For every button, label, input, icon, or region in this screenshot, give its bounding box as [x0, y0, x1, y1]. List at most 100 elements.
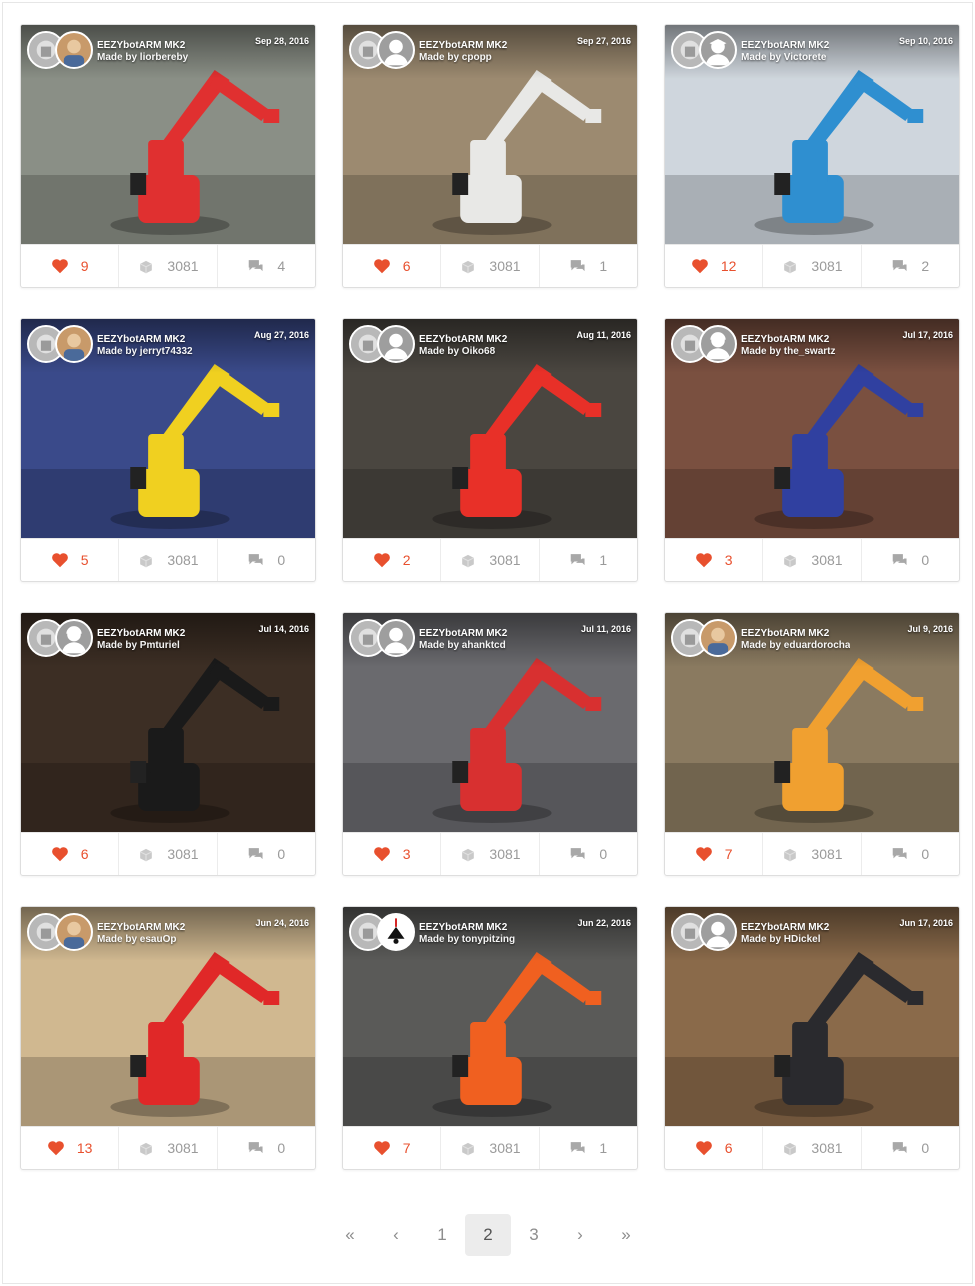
default-user-avatar[interactable]: [377, 619, 415, 657]
make-card[interactable]: EEZYbotARM MK2 Made by Pmturiel Jul 14, 20…: [20, 612, 316, 876]
pagination-first-button[interactable]: «: [327, 1214, 373, 1256]
user-photo-avatar[interactable]: [55, 325, 93, 363]
default-user-avatar[interactable]: [377, 31, 415, 69]
made-by-text[interactable]: Made by Oiko68: [419, 346, 507, 358]
like-button[interactable]: 2: [343, 539, 442, 581]
default-user-avatar[interactable]: [55, 619, 93, 657]
made-by-text[interactable]: Made by jerryt74332: [97, 346, 193, 358]
like-button[interactable]: 6: [665, 1127, 764, 1169]
made-by-text[interactable]: Made by eduardorocha: [741, 640, 850, 652]
comment-button[interactable]: 1: [540, 245, 637, 287]
make-card[interactable]: EEZYbotARM MK2 Made by liorbereby Sep 28, …: [20, 24, 316, 288]
like-button[interactable]: 3: [665, 539, 764, 581]
make-card[interactable]: EEZYbotARM MK2 Made by jerryt74332 Aug 27,…: [20, 318, 316, 582]
thing-title[interactable]: EEZYbotARM MK2: [97, 922, 185, 934]
pagination-last-button[interactable]: »: [603, 1214, 649, 1256]
thing-title[interactable]: EEZYbotARM MK2: [419, 40, 507, 52]
remix-button[interactable]: 3081: [119, 833, 218, 875]
like-button[interactable]: 6: [343, 245, 442, 287]
remix-button[interactable]: 3081: [763, 245, 862, 287]
pagination-next-button[interactable]: ›: [557, 1214, 603, 1256]
thing-title[interactable]: EEZYbotARM MK2: [741, 922, 829, 934]
made-by-text[interactable]: Made by liorbereby: [97, 52, 188, 64]
make-thumbnail[interactable]: EEZYbotARM MK2 Made by tonypitzing Jun 22,…: [343, 907, 637, 1126]
pagination-page-1[interactable]: 1: [419, 1214, 465, 1256]
like-button[interactable]: 7: [343, 1127, 442, 1169]
default-user-avatar[interactable]: [699, 325, 737, 363]
made-by-text[interactable]: Made by tonypitzing: [419, 934, 515, 946]
user-photo-avatar[interactable]: [699, 619, 737, 657]
make-thumbnail[interactable]: EEZYbotARM MK2 Made by cpopp Sep 27, 2016: [343, 25, 637, 244]
comment-button[interactable]: 0: [862, 833, 959, 875]
make-thumbnail[interactable]: EEZYbotARM MK2 Made by esauOp Jun 24, 2016: [21, 907, 315, 1126]
remix-button[interactable]: 3081: [119, 1127, 218, 1169]
make-card[interactable]: EEZYbotARM MK2 Made by HDickel Jun 17, 201…: [664, 906, 960, 1170]
comment-button[interactable]: 0: [218, 1127, 315, 1169]
make-card[interactable]: EEZYbotARM MK2 Made by cpopp Sep 27, 2016 6…: [342, 24, 638, 288]
remix-button[interactable]: 3081: [763, 1127, 862, 1169]
comment-button[interactable]: 0: [218, 833, 315, 875]
made-by-text[interactable]: Made by cpopp: [419, 52, 507, 64]
comment-button[interactable]: 0: [218, 539, 315, 581]
make-thumbnail[interactable]: EEZYbotARM MK2 Made by ahanktcd Jul 11, 20…: [343, 613, 637, 832]
make-card[interactable]: EEZYbotARM MK2 Made by the_swartz Jul 17, …: [664, 318, 960, 582]
like-button[interactable]: 6: [21, 833, 120, 875]
user-photo-avatar[interactable]: [55, 31, 93, 69]
remix-button[interactable]: 3081: [119, 539, 218, 581]
made-by-text[interactable]: Made by ahanktcd: [419, 640, 507, 652]
make-card[interactable]: EEZYbotARM MK2 Made by ahanktcd Jul 11, 20…: [342, 612, 638, 876]
remix-button[interactable]: 3081: [119, 245, 218, 287]
make-card[interactable]: EEZYbotARM MK2 Made by tonypitzing Jun 22,…: [342, 906, 638, 1170]
comment-button[interactable]: 0: [862, 1127, 959, 1169]
pagination-page-3[interactable]: 3: [511, 1214, 557, 1256]
comment-button[interactable]: 1: [540, 1127, 637, 1169]
make-card[interactable]: EEZYbotARM MK2 Made by Oiko68 Aug 11, 2016…: [342, 318, 638, 582]
make-card[interactable]: EEZYbotARM MK2 Made by esauOp Jun 24, 2016…: [20, 906, 316, 1170]
thing-title[interactable]: EEZYbotARM MK2: [419, 922, 515, 934]
thing-title[interactable]: EEZYbotARM MK2: [97, 334, 193, 346]
make-thumbnail[interactable]: EEZYbotARM MK2 Made by Victorete Sep 10, 2…: [665, 25, 959, 244]
made-by-text[interactable]: Made by Victorete: [741, 52, 829, 64]
thing-title[interactable]: EEZYbotARM MK2: [741, 628, 850, 640]
made-by-text[interactable]: Made by HDickel: [741, 934, 829, 946]
remix-button[interactable]: 3081: [441, 1127, 540, 1169]
remix-button[interactable]: 3081: [763, 833, 862, 875]
make-card[interactable]: EEZYbotARM MK2 Made by Victorete Sep 10, 2…: [664, 24, 960, 288]
make-thumbnail[interactable]: EEZYbotARM MK2 Made by HDickel Jun 17, 201…: [665, 907, 959, 1126]
remix-button[interactable]: 3081: [763, 539, 862, 581]
make-card[interactable]: EEZYbotARM MK2 Made by eduardorocha Jul 9,…: [664, 612, 960, 876]
default-user-avatar[interactable]: [377, 325, 415, 363]
thing-title[interactable]: EEZYbotARM MK2: [97, 628, 185, 640]
make-thumbnail[interactable]: EEZYbotARM MK2 Made by jerryt74332 Aug 27,…: [21, 319, 315, 538]
like-button[interactable]: 7: [665, 833, 764, 875]
make-thumbnail[interactable]: EEZYbotARM MK2 Made by Oiko68 Aug 11, 2016: [343, 319, 637, 538]
thing-title[interactable]: EEZYbotARM MK2: [419, 628, 507, 640]
remix-button[interactable]: 3081: [441, 245, 540, 287]
like-button[interactable]: 13: [21, 1127, 120, 1169]
default-user-avatar[interactable]: [699, 913, 737, 951]
pagination-page-2[interactable]: 2: [465, 1214, 511, 1256]
remix-button[interactable]: 3081: [441, 833, 540, 875]
thing-title[interactable]: EEZYbotARM MK2: [97, 40, 188, 52]
make-thumbnail[interactable]: EEZYbotARM MK2 Made by the_swartz Jul 17, …: [665, 319, 959, 538]
lamp-avatar[interactable]: [377, 913, 415, 951]
like-button[interactable]: 3: [343, 833, 442, 875]
default-user-avatar[interactable]: [699, 31, 737, 69]
pagination-prev-button[interactable]: ‹: [373, 1214, 419, 1256]
comment-button[interactable]: 2: [862, 245, 959, 287]
remix-button[interactable]: 3081: [441, 539, 540, 581]
made-by-text[interactable]: Made by Pmturiel: [97, 640, 185, 652]
made-by-text[interactable]: Made by the_swartz: [741, 346, 835, 358]
comment-button[interactable]: 0: [540, 833, 637, 875]
made-by-text[interactable]: Made by esauOp: [97, 934, 185, 946]
make-thumbnail[interactable]: EEZYbotARM MK2 Made by Pmturiel Jul 14, 20…: [21, 613, 315, 832]
like-button[interactable]: 12: [665, 245, 764, 287]
comment-button[interactable]: 1: [540, 539, 637, 581]
comment-button[interactable]: 0: [862, 539, 959, 581]
like-button[interactable]: 5: [21, 539, 120, 581]
like-button[interactable]: 9: [21, 245, 120, 287]
thing-title[interactable]: EEZYbotARM MK2: [741, 40, 829, 52]
user-photo-avatar[interactable]: [55, 913, 93, 951]
make-thumbnail[interactable]: EEZYbotARM MK2 Made by eduardorocha Jul 9,…: [665, 613, 959, 832]
comment-button[interactable]: 4: [218, 245, 315, 287]
